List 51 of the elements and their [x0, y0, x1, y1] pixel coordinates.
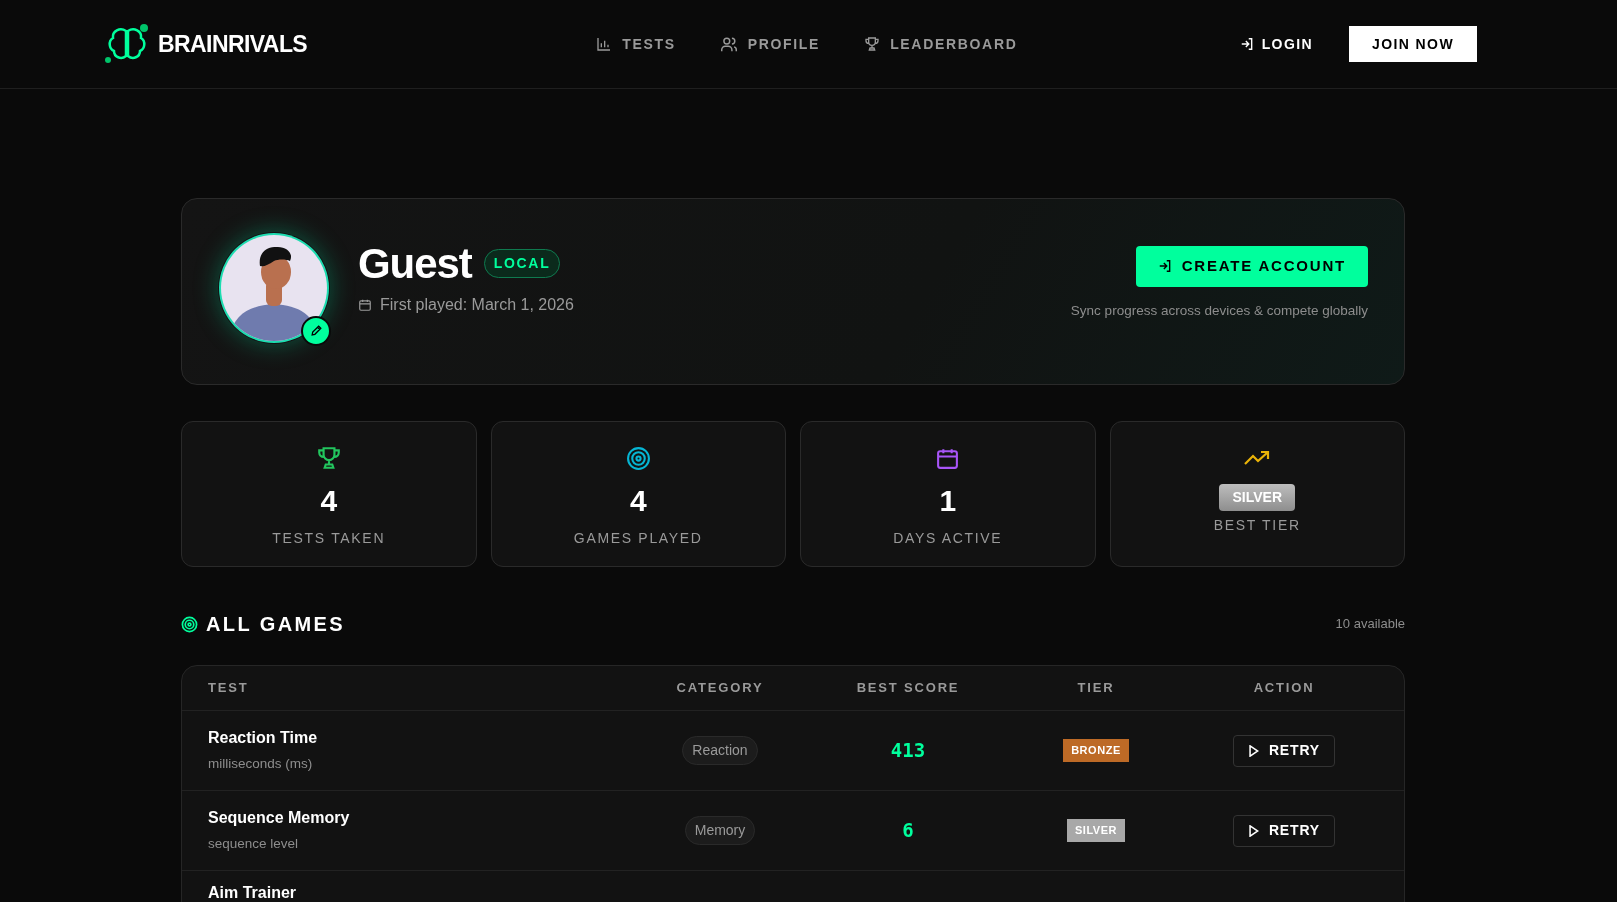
nav-link[interactable]: PROFILE — [719, 33, 821, 55]
sign-in-icon — [1157, 259, 1172, 274]
column-header: BEST SCORE — [856, 680, 960, 696]
tier-badge: BRONZE — [1063, 739, 1129, 762]
pencil-icon — [309, 324, 323, 337]
column-header: ACTION — [1253, 680, 1315, 696]
column-header: CATEGORY — [676, 680, 764, 696]
category-tag: Reaction — [682, 736, 758, 765]
bar-chart-icon — [596, 36, 613, 52]
stat-label: BEST TIER — [1213, 516, 1301, 535]
target-icon — [181, 615, 198, 633]
login-link[interactable]: LOGIN — [1239, 33, 1313, 55]
retry-button[interactable]: RETRY — [1232, 734, 1336, 767]
tier-badge: SILVER — [1066, 819, 1126, 842]
users-icon — [719, 36, 738, 52]
stat-value: 4 — [320, 486, 338, 516]
test-unit: milliseconds (ms) — [208, 755, 314, 774]
create-account-button[interactable]: CREATE ACCOUNT — [1135, 245, 1368, 287]
category-tag: Memory — [684, 816, 756, 845]
join-now-button[interactable]: JOIN NOW — [1349, 26, 1477, 62]
first-played-date: First played: March 1, 2026 — [380, 294, 574, 315]
best-score: 413 — [890, 738, 926, 764]
retry-button[interactable]: RETRY — [1232, 814, 1336, 847]
tier-badge: SILVER — [1219, 484, 1295, 511]
calendar-icon — [358, 297, 372, 312]
games-count: 10 available — [1335, 615, 1405, 634]
local-badge: LOCAL — [483, 249, 561, 278]
stat-label: TESTS TAKEN — [272, 529, 386, 548]
play-icon — [1247, 744, 1259, 757]
test-name: Reaction Time — [208, 728, 319, 749]
column-header: TEST — [208, 680, 249, 696]
sync-note: Sync progress across devices & compete globally — [1070, 301, 1368, 320]
stat-label: GAMES PLAYED — [573, 529, 703, 548]
section-title: ALL GAMES — [206, 612, 345, 637]
brand-name[interactable]: BRAINRIVALS — [158, 26, 308, 62]
brain-logo-icon — [104, 23, 150, 65]
profile-name: Guest — [358, 242, 472, 285]
test-name: Sequence Memory — [208, 808, 351, 829]
stat-value: 1 — [939, 486, 957, 516]
test-unit: sequence level — [208, 835, 300, 854]
stat-value: 4 — [629, 486, 647, 516]
nav-link[interactable]: LEADERBOARD — [864, 33, 1018, 55]
nav-link[interactable]: TESTS — [596, 33, 676, 55]
stat-label: DAYS ACTIVE — [893, 529, 1003, 548]
test-name: Aim Trainer — [208, 883, 298, 902]
login-icon — [1239, 37, 1254, 51]
trophy-icon — [864, 36, 881, 52]
best-score: 6 — [902, 818, 914, 844]
play-icon — [1247, 824, 1259, 837]
edit-avatar-button[interactable] — [301, 315, 331, 346]
column-header: TIER — [1077, 680, 1115, 696]
